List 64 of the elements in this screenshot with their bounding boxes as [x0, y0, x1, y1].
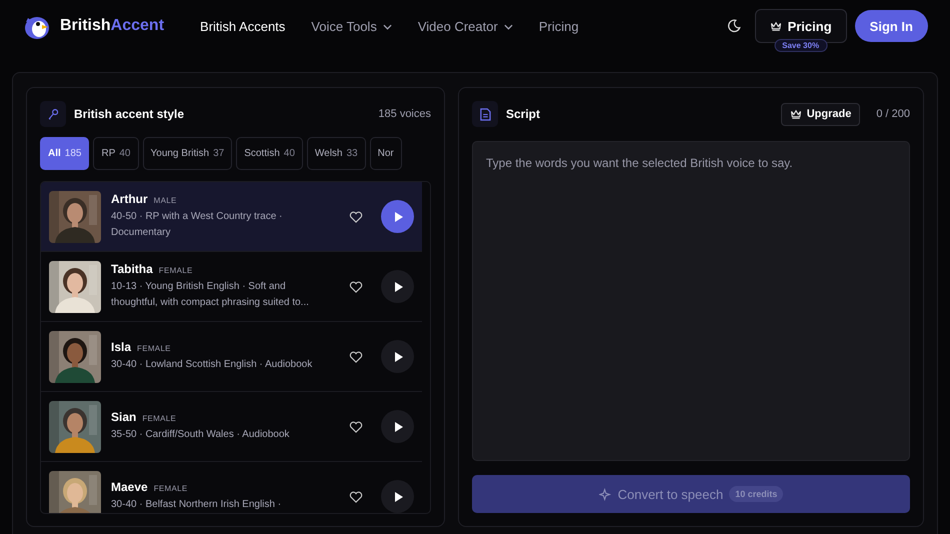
gender-label: FEMALE	[154, 484, 188, 493]
heart-icon[interactable]	[349, 210, 363, 222]
voice-description: 40-50 · RP with a West Country trace · Documentary	[111, 210, 284, 240]
sparkle-icon	[598, 488, 612, 500]
gender-label: MALE	[154, 196, 177, 205]
chevron-down-icon	[382, 24, 392, 30]
nav-link[interactable]: Pricing	[538, 18, 579, 34]
voice-name: Tabitha	[111, 262, 153, 276]
panel-title: Script	[506, 107, 540, 121]
heart-icon[interactable]	[349, 350, 363, 362]
play-button[interactable]	[381, 480, 414, 513]
voice-row[interactable]: Maeve FEMALE 30-40 · Belfast Northern Irish English ·	[41, 462, 422, 513]
play-button[interactable]	[381, 200, 414, 233]
voice-name: Isla	[111, 340, 132, 354]
voice-name: Sian	[111, 410, 136, 424]
crown-icon	[770, 20, 782, 32]
nav-link[interactable]: Video Creator	[418, 18, 513, 34]
play-icon	[394, 490, 404, 502]
upgrade-button[interactable]: Upgrade	[780, 102, 860, 126]
document-icon	[472, 101, 498, 127]
logo-text[interactable]: BritishAccent	[60, 17, 164, 35]
panel-title: British accent style	[74, 107, 184, 121]
voice-row[interactable]: Tabitha FEMALE 10-13 · Young British English · Soft and thoughtful, with compact phrasing suited to...	[41, 252, 422, 322]
script-field[interactable]: Type the words you want the selected British voice to say.	[472, 141, 910, 461]
heart-icon[interactable]	[349, 420, 363, 432]
play-button[interactable]	[381, 340, 414, 373]
gender-label: FEMALE	[158, 266, 193, 275]
filter-chip[interactable]: Young British 37	[142, 137, 232, 170]
filter-chip[interactable]: RP 40	[93, 137, 138, 170]
filter-chip[interactable]: Nor	[370, 137, 402, 170]
voice-count: 185 voices	[378, 108, 431, 120]
heart-icon[interactable]	[349, 280, 363, 292]
play-button[interactable]	[381, 270, 414, 303]
moon-icon[interactable]	[726, 19, 741, 33]
gender-label: FEMALE	[137, 344, 171, 353]
gender-label: FEMALE	[142, 414, 176, 423]
character-counter: 0 / 200	[876, 108, 910, 120]
voice-name: Arthur	[111, 192, 148, 206]
voice-description: 10-13 · Young British English · Soft and thoughtful, with compact phrasing suited to...	[111, 280, 310, 310]
credits-badge: 10 credits	[729, 486, 784, 502]
filter-chip[interactable]: All 185	[40, 137, 90, 170]
play-icon	[394, 420, 404, 432]
filter-chip[interactable]: Scottish 40	[236, 137, 303, 170]
filter-chip[interactable]: Welsh 33	[306, 137, 366, 170]
play-icon	[394, 280, 404, 292]
chevron-down-icon	[504, 24, 513, 30]
voice-name: Maeve	[111, 480, 148, 494]
crown-icon	[790, 108, 802, 120]
play-button[interactable]	[381, 410, 414, 443]
nav-link[interactable]: Voice Tools	[311, 18, 392, 34]
nav-link[interactable]: British Accents	[200, 18, 286, 34]
heart-icon[interactable]	[349, 490, 363, 502]
play-icon	[394, 210, 404, 222]
pricing-button[interactable]: Pricing	[754, 9, 847, 43]
voice-row[interactable]: Arthur MALE 40-50 · RP with a West Country trace · Documentary	[41, 182, 422, 252]
microphone-icon	[40, 101, 66, 127]
voice-row[interactable]: Sian FEMALE 35-50 · Cardiff/South Wales · Audiobook	[41, 392, 422, 462]
voice-description: 30-40 · Lowland Scottish English · Audiobook	[111, 358, 314, 372]
sign-in-button[interactable]: Sign In	[854, 10, 928, 42]
play-icon	[394, 350, 404, 362]
voice-description: 30-40 · Belfast Northern Irish English ·	[111, 498, 282, 512]
discount-badge: Save 30%	[774, 39, 828, 52]
voice-description: 35-50 · Cardiff/South Wales · Audiobook	[111, 428, 290, 442]
voice-row[interactable]: Isla FEMALE 30-40 · Lowland Scottish English · Audiobook	[41, 322, 422, 392]
